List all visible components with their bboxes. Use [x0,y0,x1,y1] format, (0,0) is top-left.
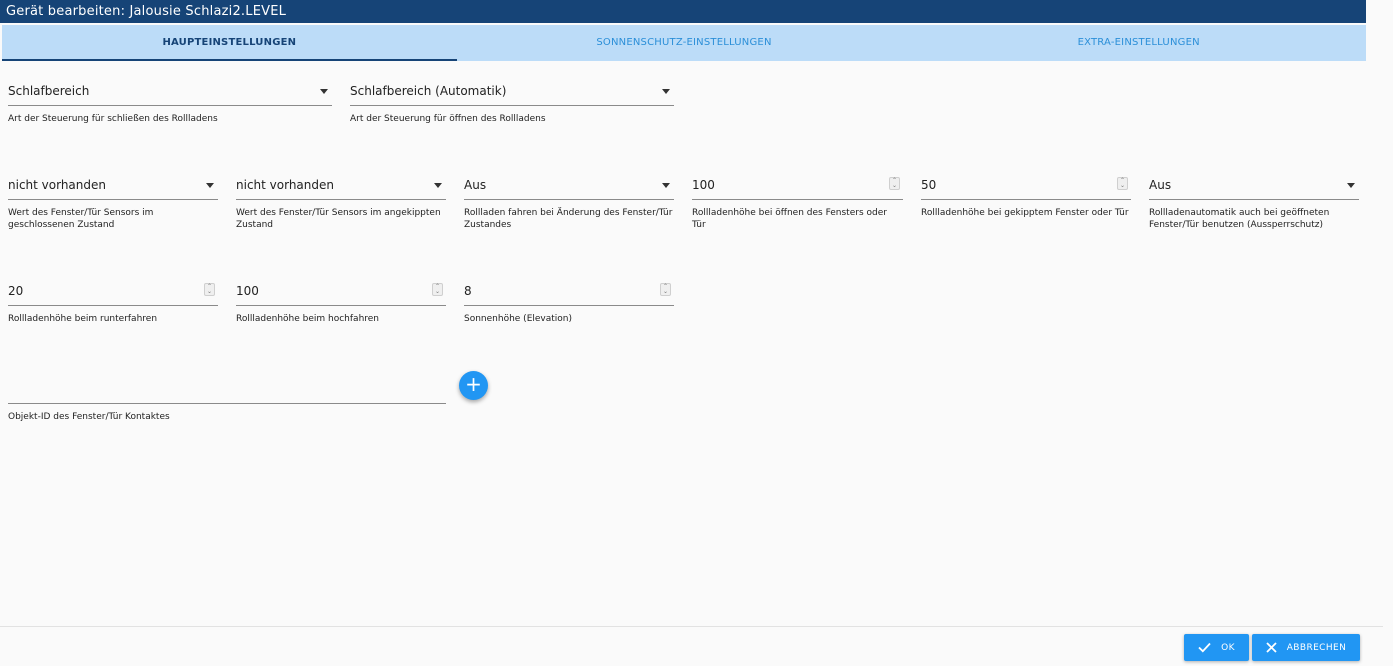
check-icon [1198,642,1211,653]
number-spinner-icon[interactable]: ⌃ ⌄ [1117,177,1128,190]
dropdown-caret-icon [1347,183,1355,188]
open-control-type-field: Schlafbereich (Automatik) Art der Steuer… [350,80,674,125]
close-icon [1266,642,1277,653]
height-window-tilted-field: 50 ⌃ ⌄ Rollladenhöhe bei gekipptem Fenste… [921,174,1131,219]
sensor-tilted-value-field: nicht vorhanden Wert des Fenster/Tür Sen… [236,174,446,231]
contact-object-id-input[interactable] [8,378,446,404]
footer-divider [0,626,1383,627]
lockout-protection-value: Aus [1149,178,1172,192]
dropdown-caret-icon [662,89,670,94]
height-down-helper: Rollladenhöhe beim runterfahren [8,314,158,324]
dropdown-caret-icon [662,183,670,188]
sensor-tilted-value: nicht vorhanden [236,178,334,192]
sensor-closed-value: nicht vorhanden [8,178,106,192]
close-control-type-helper: Art der Steuerung für schließen des Roll… [8,114,218,124]
height-up-input[interactable]: 100 ⌃ ⌄ [236,280,446,306]
cancel-button[interactable]: ABBRECHEN [1252,634,1360,661]
height-up-helper: Rollladenhöhe beim hochfahren [236,314,380,324]
tab-bar: Haupteinstellungen Sonnenschutz-Einstell… [2,25,1366,61]
number-spinner-icon[interactable]: ⌃ ⌄ [432,283,443,296]
add-contact-button[interactable]: + [459,371,488,400]
contact-object-id-field: Objekt-ID des Fenster/Tür Kontaktes [8,378,446,423]
height-window-tilted-value: 50 [921,178,937,192]
open-control-type-value: Schlafbereich (Automatik) [350,84,507,98]
height-window-open-input[interactable]: 100 ⌃ ⌄ [692,174,903,200]
height-up-value: 100 [236,284,259,298]
sensor-closed-value-select[interactable]: nicht vorhanden [8,174,218,200]
ok-button-label: OK [1221,642,1235,653]
sensor-closed-value-field: nicht vorhanden Wert des Fenster/Tür Sen… [8,174,218,231]
height-window-tilted-helper: Rollladenhöhe bei gekipptem Fenster oder… [921,208,1129,218]
plus-icon: + [465,372,482,396]
tab-sonnenschutz-einstellungen[interactable]: Sonnenschutz-Einstellungen [457,25,912,61]
sun-elevation-field: 8 ⌃ ⌄ Sonnenhöhe (Elevation) [464,280,674,325]
height-down-input[interactable]: 20 ⌃ ⌄ [8,280,218,306]
number-spinner-icon[interactable]: ⌃ ⌄ [889,177,900,190]
ok-button[interactable]: OK [1184,634,1249,661]
dropdown-caret-icon [434,183,442,188]
height-window-tilted-input[interactable]: 50 ⌃ ⌄ [921,174,1131,200]
lockout-protection-select[interactable]: Aus [1149,174,1359,200]
sensor-closed-helper: Wert des Fenster/Tür Sensors im geschlos… [8,208,154,230]
dropdown-caret-icon [206,183,214,188]
number-spinner-icon[interactable]: ⌃ ⌄ [204,283,215,296]
move-on-window-change-helper: Rollladen fahren bei Änderung des Fenste… [464,208,673,230]
lockout-protection-field: Aus Rollladenautomatik auch bei geöffnet… [1149,174,1359,231]
close-control-type-value: Schlafbereich [8,84,90,98]
open-control-type-helper: Art der Steuerung für öffnen des Rolllad… [350,114,546,124]
move-on-window-change-value: Aus [464,178,487,192]
height-window-open-helper: Rollladenhöhe bei öffnen des Fensters od… [692,208,887,230]
move-on-window-change-field: Aus Rollladen fahren bei Änderung des Fe… [464,174,674,231]
scrollbar[interactable] [1383,24,1393,626]
sensor-tilted-value-select[interactable]: nicht vorhanden [236,174,446,200]
dialog-title: Gerät bearbeiten: Jalousie Schlazi2.LEVE… [0,0,1366,23]
tab-haupteinstellungen[interactable]: Haupteinstellungen [2,25,457,61]
number-spinner-icon[interactable]: ⌃ ⌄ [660,283,671,296]
contact-object-id-helper: Objekt-ID des Fenster/Tür Kontaktes [8,412,170,422]
open-control-type-select[interactable]: Schlafbereich (Automatik) [350,80,674,106]
tab-extra-einstellungen[interactable]: Extra-Einstellungen [911,25,1366,61]
sun-elevation-input[interactable]: 8 ⌃ ⌄ [464,280,674,306]
cancel-button-label: ABBRECHEN [1286,642,1347,653]
height-up-field: 100 ⌃ ⌄ Rollladenhöhe beim hochfahren [236,280,446,325]
close-control-type-select[interactable]: Schlafbereich [8,80,332,106]
lockout-protection-helper: Rollladenautomatik auch bei geöffneten F… [1149,208,1330,230]
move-on-window-change-select[interactable]: Aus [464,174,674,200]
dropdown-caret-icon [320,89,328,94]
height-window-open-value: 100 [692,178,715,192]
height-down-value: 20 [8,284,24,298]
height-down-field: 20 ⌃ ⌄ Rollladenhöhe beim runterfahren [8,280,218,325]
sensor-tilted-helper: Wert des Fenster/Tür Sensors im angekipp… [236,208,441,230]
sun-elevation-value: 8 [464,284,472,298]
height-window-open-field: 100 ⌃ ⌄ Rollladenhöhe bei öffnen des Fens… [692,174,903,231]
sun-elevation-helper: Sonnenhöhe (Elevation) [464,314,573,324]
close-control-type-field: Schlafbereich Art der Steuerung für schl… [8,80,332,125]
